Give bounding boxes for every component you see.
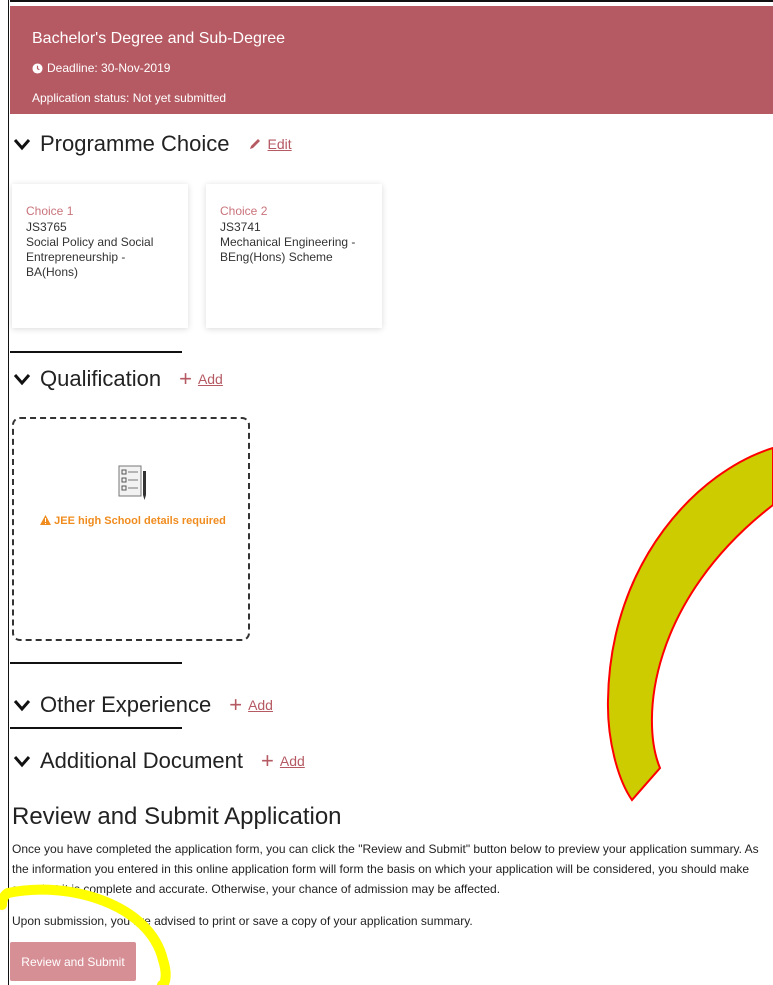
programme-choice-heading: Programme Choice (40, 131, 230, 156)
qualification-header[interactable]: Qualification + Add (12, 366, 223, 392)
add-link[interactable]: Add (248, 697, 273, 713)
edit-programme-button[interactable]: Edit (248, 136, 292, 152)
review-note: Upon submission, you are advised to prin… (12, 914, 473, 928)
clock-icon (32, 62, 43, 74)
choice-card-2[interactable]: Choice 2 JS3741 Mechanical Engineering -… (206, 184, 382, 328)
qualification-placeholder[interactable]: JEE high School details required (12, 417, 250, 641)
add-other-experience-button[interactable]: + Add (229, 694, 273, 716)
section-divider (10, 351, 182, 353)
plus-icon: + (229, 692, 243, 717)
chevron-down-icon[interactable] (12, 136, 32, 152)
banner-title: Bachelor's Degree and Sub-Degree (32, 30, 285, 47)
deadline-text: Deadline: 30-Nov-2019 (47, 61, 171, 75)
chevron-down-icon[interactable] (12, 753, 32, 769)
warning-icon (40, 515, 52, 525)
other-experience-header[interactable]: Other Experience + Add (12, 692, 273, 718)
choice-name: Social Policy and Social Entrepreneurshi… (26, 235, 154, 279)
chevron-down-icon[interactable] (12, 371, 32, 387)
add-additional-document-button[interactable]: + Add (261, 750, 305, 772)
choice-name: Mechanical Engineering - BEng(Hons) Sche… (220, 235, 356, 264)
edit-link[interactable]: Edit (268, 136, 292, 152)
review-and-submit-button[interactable]: Review and Submit (10, 942, 136, 981)
chevron-down-icon[interactable] (12, 697, 32, 713)
curved-arrow-annotation (606, 446, 773, 802)
top-border (10, 0, 773, 2)
section-divider (10, 662, 182, 664)
section-divider (10, 727, 182, 729)
choice-code: JS3741 (220, 220, 261, 234)
application-banner: Bachelor's Degree and Sub-Degree Deadlin… (10, 6, 773, 114)
warning-text: JEE high School details required (54, 515, 226, 527)
review-heading: Review and Submit Application (12, 803, 342, 830)
review-instructions: Once you have completed the application … (12, 842, 759, 896)
additional-document-header[interactable]: Additional Document + Add (12, 748, 305, 774)
pencil-icon (249, 139, 260, 149)
deadline: Deadline: 30-Nov-2019 (32, 61, 170, 75)
checklist-document-icon (118, 465, 146, 500)
add-link[interactable]: Add (280, 753, 305, 769)
qualification-heading: Qualification (40, 366, 162, 391)
programme-choice-header[interactable]: Programme Choice Edit (12, 131, 292, 157)
add-qualification-button[interactable]: + Add (179, 368, 223, 390)
application-status: Application status: Not yet submitted (32, 91, 227, 105)
other-experience-heading: Other Experience (40, 692, 212, 717)
choice-label: Choice 2 (220, 204, 268, 218)
qualification-warning: JEE high School details required (34, 515, 232, 528)
choice-code: JS3765 (26, 220, 67, 234)
plus-icon: + (179, 366, 192, 391)
left-border (8, 0, 9, 985)
choice-card-1[interactable]: Choice 1 JS3765 Social Policy and Social… (12, 184, 188, 328)
choice-label: Choice 1 (26, 204, 74, 218)
plus-icon: + (261, 748, 274, 773)
additional-document-heading: Additional Document (40, 748, 244, 773)
add-link[interactable]: Add (198, 371, 223, 387)
